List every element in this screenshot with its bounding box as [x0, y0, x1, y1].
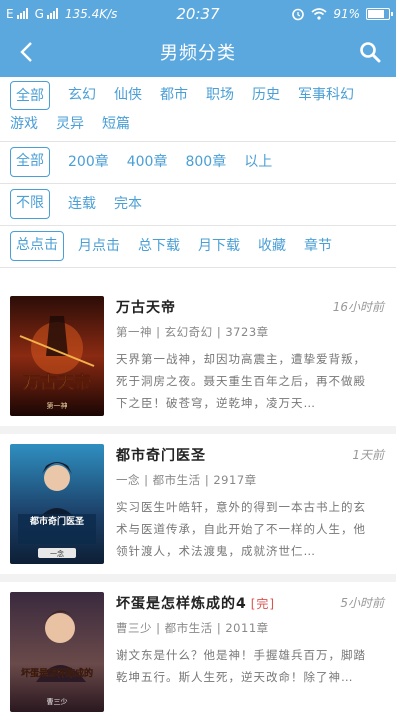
book-description: 天界第一战神，却因功高震主，遭挚爱背叛，死于洞房之夜。聂天重生百年之后，再不做殿… — [116, 352, 366, 410]
book-title: 坏蛋是怎样炼成的4 [完] — [116, 593, 275, 613]
cover-title: 都市奇门医圣 — [29, 515, 85, 527]
network-type: E — [6, 6, 14, 21]
book-description: 实习医生叶皓轩，意外的得到一本古书上的玄术与医道传承，自此开始了不一样的人生，他… — [116, 500, 366, 558]
filter-status-item[interactable]: 完本 — [114, 189, 142, 219]
filter-sort-item[interactable]: 总下载 — [138, 231, 180, 261]
completed-badge: [完] — [250, 597, 276, 611]
book-list: 万古天帝 第一神 万古天帝 16小时前 第一神 | 玄幻奇幻 | 3723章 天… — [0, 286, 396, 720]
filter-sort-item[interactable]: 收藏 — [258, 231, 286, 261]
filter-chapters-item[interactable]: 200章 — [68, 147, 109, 177]
cover-title: 万古天帝 — [22, 372, 91, 393]
filter-sort-item[interactable]: 月点击 — [78, 231, 120, 261]
signal-icon-2 — [46, 8, 58, 19]
filter-sort-item[interactable]: 总点击 — [10, 231, 64, 261]
filter-category-item[interactable]: 仙侠 — [114, 81, 142, 110]
filter-category-item[interactable]: 全部 — [10, 81, 50, 110]
filter-category-item[interactable]: 军事 — [298, 81, 326, 110]
book-meta: 第一神 | 玄幻奇幻 | 3723章 — [116, 325, 269, 339]
book-title: 万古天帝 — [116, 297, 176, 317]
filter-chapters-item[interactable]: 全部 — [10, 147, 50, 177]
cover-author: 曹三少 — [47, 697, 68, 706]
book-update-time: 1天前 — [352, 448, 384, 462]
book-title-text: 坏蛋是怎样炼成的4 — [116, 596, 247, 612]
carrier-type: G — [34, 6, 44, 21]
book-title-text: 都市奇门医圣 — [116, 448, 206, 464]
status-bar: E G 135.4K/s 20:37 91% — [0, 0, 396, 27]
cover-author: 一念 — [50, 549, 64, 558]
filter-status-item[interactable]: 连载 — [68, 189, 96, 219]
filter-row-status: 不限 连载 完本 — [0, 184, 396, 226]
filter-category-item[interactable]: 玄幻 — [68, 81, 96, 110]
network-speed: 135.4K/s — [64, 6, 118, 21]
wifi-icon — [311, 7, 327, 20]
search-icon — [360, 42, 381, 63]
filter-row-chapters: 全部 200章 400章 800章 以上 — [0, 142, 396, 184]
search-button[interactable] — [356, 38, 384, 66]
filter-sort-item[interactable]: 章节 — [304, 231, 332, 261]
filter-sort-item[interactable]: 月下载 — [198, 231, 240, 261]
book-cover: 都市奇门医圣 一念 — [10, 444, 104, 564]
filter-category-item[interactable]: 历史 — [252, 81, 280, 110]
book-meta: 曹三少 | 都市生活 | 2011章 — [116, 621, 269, 635]
filter-category-item[interactable]: 科幻 — [326, 81, 354, 110]
book-title: 都市奇门医圣 — [116, 445, 206, 465]
filter-chapters-item[interactable]: 以上 — [244, 147, 272, 177]
book-update-time: 5小时前 — [340, 596, 384, 610]
cover-author: 第一神 — [47, 401, 68, 410]
filter-chapters-item[interactable]: 800章 — [185, 147, 226, 177]
book-update-time: 16小时前 — [332, 300, 384, 314]
filter-row-category: 全部 玄幻 仙侠 都市 职场 历史 军事 科幻 游戏 灵异 短篇 — [0, 77, 396, 142]
filter-row-sort: 总点击 月点击 总下载 月下载 收藏 章节 — [0, 226, 396, 268]
book-item[interactable]: 都市奇门医圣 一念 都市奇门医圣 1天前 一念 | 都市生活 | 2917章 实… — [0, 426, 396, 574]
filter-category-item[interactable]: 灵异 — [56, 110, 84, 139]
book-cover: 万古天帝 第一神 — [10, 296, 104, 416]
filter-panel: 全部 玄幻 仙侠 都市 职场 历史 军事 科幻 游戏 灵异 短篇 全部 200章… — [0, 77, 396, 268]
battery-icon — [366, 7, 393, 20]
status-right: 91% — [291, 6, 393, 21]
book-meta: 一念 | 都市生活 | 2917章 — [116, 473, 257, 487]
title-bar: 男频分类 — [0, 27, 396, 77]
signal-icon — [16, 8, 28, 19]
filter-chapters-item[interactable]: 400章 — [127, 147, 168, 177]
filter-category-item[interactable]: 短篇 — [102, 110, 130, 139]
filter-category-item[interactable]: 职场 — [206, 81, 234, 110]
filter-status-item[interactable]: 不限 — [10, 189, 50, 219]
book-title-text: 万古天帝 — [116, 300, 176, 316]
alarm-icon — [292, 8, 305, 20]
page-title: 男频分类 — [160, 43, 236, 64]
filter-category-item[interactable]: 都市 — [160, 81, 188, 110]
book-description: 谢文东是什么？他是神！手握雄兵百万，脚踏乾坤五行。斯人生死，逆天改命！除了神… — [116, 648, 366, 684]
book-item[interactable]: 坏蛋是怎样炼成的 曹三少 坏蛋是怎样炼成的4 [完] 5小时前 曹三少 | 都市生… — [0, 574, 396, 720]
cover-title: 坏蛋是怎样炼成的 — [21, 667, 93, 679]
chevron-left-icon — [20, 42, 32, 62]
back-button[interactable] — [12, 38, 40, 66]
battery-percent: 91% — [333, 6, 360, 21]
filter-category-item[interactable]: 游戏 — [10, 110, 38, 139]
status-left: E G 135.4K/s — [6, 7, 156, 21]
book-cover: 坏蛋是怎样炼成的 曹三少 — [10, 592, 104, 712]
book-item[interactable]: 万古天帝 第一神 万古天帝 16小时前 第一神 | 玄幻奇幻 | 3723章 天… — [0, 286, 396, 426]
